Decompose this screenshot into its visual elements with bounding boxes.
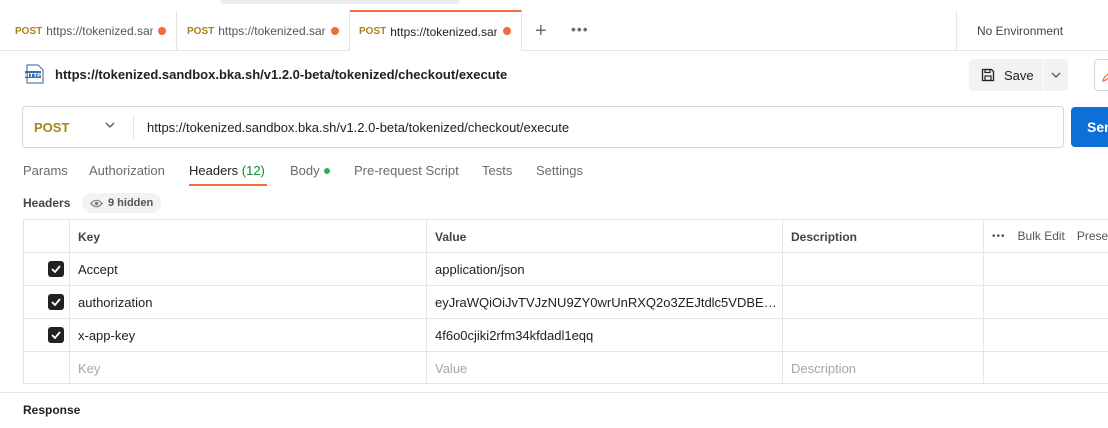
unsaved-dot-icon — [503, 27, 511, 35]
pencil-icon — [1102, 73, 1108, 82]
header-value[interactable]: 4f6o0cjiki2rfm34kfdadl1eqq — [435, 328, 593, 343]
table-header-row: Key Value Description ••• Bulk Edit Pres… — [24, 220, 1108, 253]
request-tab[interactable]: POST https://tokenized.sandbox.bka.sh/v1… — [177, 11, 350, 51]
row-checkbox[interactable] — [48, 261, 64, 277]
environment-selector[interactable]: No Environment — [956, 11, 1108, 51]
tab-method: POST — [15, 25, 43, 37]
tab-url: https://tokenized.sandbox.bka.sh/v1.2.0-… — [46, 24, 153, 38]
send-label: Send — [1087, 119, 1108, 135]
check-icon — [51, 298, 61, 306]
header-value[interactable]: application/json — [435, 262, 775, 277]
request-tab[interactable]: POST https://tokenized.sandbox.bka.sh/v1… — [0, 11, 177, 51]
tab-headers-label: Headers — [189, 163, 239, 178]
chevron-down-icon[interactable] — [105, 122, 115, 128]
http-icon: HTTP — [24, 63, 46, 85]
header-value[interactable]: eyJraWQiOiJvTVJzNU9ZY0wrUnRXQ2o3ZEJtdlc5… — [435, 295, 777, 310]
edit-button[interactable] — [1094, 59, 1108, 91]
method-select[interactable]: POST — [34, 120, 69, 135]
table-actions: ••• Bulk Edit Presets — [992, 229, 1108, 243]
tab-settings[interactable]: Settings — [536, 163, 583, 178]
status-dot-icon — [323, 167, 330, 174]
header-key[interactable]: authorization — [78, 295, 152, 310]
url-bar: POST https://tokenized.sandbox.bka.sh/v1… — [22, 106, 1064, 148]
table-row: authorization eyJraWQiOiJvTVJzNU9ZY0wrUn… — [24, 286, 1108, 319]
plus-icon[interactable]: + — [535, 21, 547, 41]
request-title[interactable]: https://tokenized.sandbox.bka.sh/v1.2.0-… — [55, 67, 507, 82]
save-label: Save — [1004, 67, 1034, 83]
tab-body[interactable]: Body — [290, 163, 330, 178]
ellipsis-icon[interactable]: ••• — [571, 22, 589, 36]
svg-text:HTTP: HTTP — [25, 73, 41, 79]
new-key-input[interactable]: Key — [78, 361, 100, 376]
active-tab-indicator — [189, 184, 267, 186]
ellipsis-icon[interactable]: ••• — [992, 231, 1006, 242]
response-section-label: Response — [23, 403, 81, 417]
table-row-new: Key Value Description — [24, 352, 1108, 385]
bulk-edit-button[interactable]: Bulk Edit — [1018, 229, 1065, 243]
header-key[interactable]: x-app-key — [78, 328, 135, 343]
environment-label: No Environment — [977, 24, 1064, 38]
row-checkbox[interactable] — [48, 327, 64, 343]
headers-table: Key Value Description ••• Bulk Edit Pres… — [23, 219, 1108, 384]
new-value-input[interactable]: Value — [435, 361, 467, 376]
hidden-headers-toggle[interactable]: 9 hidden — [82, 193, 162, 213]
window-top-edge — [220, 0, 460, 4]
tab-body-label: Body — [290, 163, 320, 178]
check-icon — [51, 331, 61, 339]
column-header-key: Key — [78, 230, 101, 244]
save-options-button[interactable] — [1044, 59, 1068, 91]
save-button[interactable]: Save — [969, 59, 1043, 91]
tab-url: https://tokenized.sandbox.bka.sh/v1.2.0-… — [218, 24, 325, 38]
tab-headers-count: (12) — [241, 163, 265, 178]
tab-authorization[interactable]: Authorization — [89, 163, 165, 178]
tab-bar: POST https://tokenized.sandbox.bka.sh/v1… — [0, 0, 1108, 51]
column-header-description: Description — [791, 230, 858, 244]
request-tab-active[interactable]: POST https://tokenized.sandbox.bka.sh/v1… — [350, 10, 522, 51]
tab-params[interactable]: Params — [23, 163, 68, 178]
unsaved-dot-icon — [158, 27, 166, 35]
table-row: Accept application/json — [24, 253, 1108, 286]
tab-method: POST — [359, 26, 387, 37]
send-button[interactable]: Send — [1071, 107, 1108, 147]
presets-button[interactable]: Presets — [1077, 229, 1108, 243]
tab-headers[interactable]: Headers (12) — [189, 163, 265, 178]
header-key[interactable]: Accept — [78, 262, 118, 277]
save-icon — [981, 68, 995, 82]
hidden-count: 9 hidden — [108, 197, 154, 209]
check-icon — [51, 265, 61, 273]
row-checkbox[interactable] — [48, 294, 64, 310]
divider — [133, 115, 134, 139]
tab-prerequest-script[interactable]: Pre-request Script — [354, 163, 459, 178]
new-description-input[interactable]: Description — [791, 361, 856, 376]
table-row: x-app-key 4f6o0cjiki2rfm34kfdadl1eqq — [24, 319, 1108, 352]
tab-method: POST — [187, 25, 215, 37]
tab-tests[interactable]: Tests — [482, 163, 512, 178]
unsaved-dot-icon — [331, 27, 339, 35]
tab-url: https://tokenized.sandbox.bka.sh/v1.2.0-… — [390, 24, 497, 39]
response-divider[interactable] — [0, 392, 1108, 393]
headers-section-label: Headers — [23, 196, 71, 210]
chevron-down-icon — [1051, 72, 1061, 78]
url-input[interactable]: https://tokenized.sandbox.bka.sh/v1.2.0-… — [147, 120, 569, 135]
column-header-value: Value — [435, 230, 467, 244]
eye-icon — [90, 199, 103, 207]
